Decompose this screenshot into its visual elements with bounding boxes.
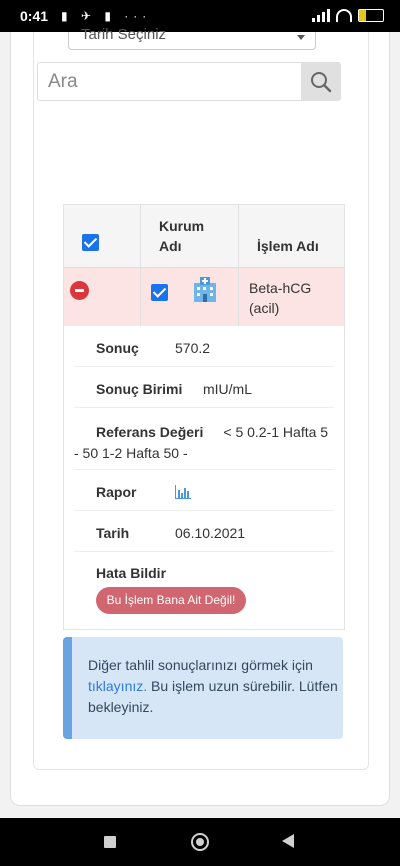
report-chart-icon[interactable] xyxy=(175,485,191,499)
report-error-button[interactable]: Bu İşlem Bana Ait Değil! xyxy=(96,587,246,614)
chevron-down-icon xyxy=(297,35,305,40)
search-input[interactable] xyxy=(37,62,301,101)
detail-result: Sonuç 570.2 xyxy=(74,326,334,367)
hospital-icon xyxy=(194,277,216,302)
unit-label: Sonuç Birimi xyxy=(96,381,183,397)
procedure-name: Beta-hCG (acil) xyxy=(249,280,312,316)
detail-reference: Referans Değeri < 5 0.2-1 Hafta 5 - 50 1-… xyxy=(74,408,334,470)
collapse-row-icon[interactable] xyxy=(70,281,89,300)
header-procedure: İşlem Adı xyxy=(257,238,319,254)
info-alert: Diğer tahlil sonuçlarınızı görmek için t… xyxy=(63,637,343,739)
result-label: Sonuç xyxy=(96,340,139,356)
signal-icon xyxy=(312,9,330,22)
results-table: Kurum Adı İşlem Adı Beta-hCG (acil) Sonu… xyxy=(63,204,345,630)
notification-icons: ▮ ✈ ▮ ··· xyxy=(61,9,152,23)
recents-icon[interactable] xyxy=(104,836,116,848)
wifi-icon xyxy=(336,9,352,22)
alert-text-before: Diğer tahlil sonuçlarınızı görmek için xyxy=(88,657,313,673)
report-label: Rapor xyxy=(96,484,137,500)
navigation-bar xyxy=(0,818,400,866)
date-value: 06.10.2021 xyxy=(175,525,246,541)
other-results-link[interactable]: tıklayınız. xyxy=(88,678,147,694)
search-icon xyxy=(311,72,332,93)
header-institution: Kurum Adı xyxy=(159,218,205,254)
search-button[interactable] xyxy=(301,62,341,101)
date-select-label: Tarih Seçiniz xyxy=(81,26,167,43)
table-row[interactable]: Beta-hCG (acil) xyxy=(64,268,344,326)
status-time: 0:41 xyxy=(20,8,49,24)
detail-report: Rapor xyxy=(74,470,334,511)
date-select[interactable]: Tarih Seçiniz xyxy=(68,26,316,50)
reference-label: Referans Değeri xyxy=(96,424,204,440)
result-value: 570.2 xyxy=(175,340,211,356)
table-header: Kurum Adı İşlem Adı xyxy=(64,205,344,268)
search-bar xyxy=(37,62,341,101)
alert-text: Diğer tahlil sonuçlarınızı görmek için t… xyxy=(88,655,338,718)
select-all-checkbox[interactable] xyxy=(82,234,99,251)
report-error-label: Hata Bildir xyxy=(96,565,167,581)
back-icon[interactable] xyxy=(282,834,294,848)
battery-icon: 25 xyxy=(358,9,384,22)
detail-unit: Sonuç Birimi mIU/mL xyxy=(74,367,334,408)
date-label: Tarih xyxy=(96,525,130,541)
detail-date: Tarih 06.10.2021 xyxy=(74,511,334,552)
home-icon[interactable] xyxy=(191,833,209,851)
battery-level: 25 xyxy=(365,10,376,20)
unit-value: mIU/mL xyxy=(203,381,252,397)
status-bar: 0:41 ▮ ✈ ▮ ··· 25 xyxy=(0,0,400,32)
row-checkbox[interactable] xyxy=(151,284,168,301)
reference-text: Referans Değeri < 5 0.2-1 Hafta 5 - 50 1-… xyxy=(74,422,336,464)
